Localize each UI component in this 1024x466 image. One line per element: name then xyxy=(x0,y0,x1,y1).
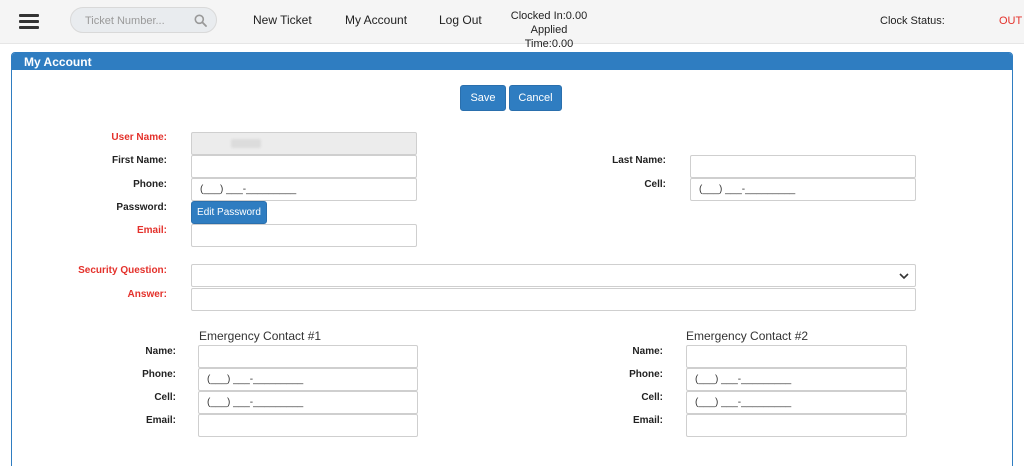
clock-status-label: Clock Status: xyxy=(880,15,945,27)
emergency-contact-2-title: Emergency Contact #2 xyxy=(686,329,809,343)
ec2-phone-field[interactable] xyxy=(686,368,907,391)
panel-header: My Account xyxy=(12,53,1012,70)
ec1-cell-label: Cell: xyxy=(154,392,176,403)
ec2-email-label: Email: xyxy=(632,415,663,426)
cell-field[interactable] xyxy=(690,178,916,201)
ec2-phone-label: Phone: xyxy=(629,369,663,380)
panel-title: My Account xyxy=(24,55,92,69)
ec2-email-field[interactable] xyxy=(686,414,907,437)
cell-label: Cell: xyxy=(644,179,666,190)
ec2-cell-label: Cell: xyxy=(641,392,663,403)
hamburger-menu-icon[interactable] xyxy=(19,14,39,30)
security-question-label: Security Question: xyxy=(78,265,167,276)
applied-time-text: Applied Time:0.00 xyxy=(524,24,574,50)
edit-password-button[interactable]: Edit Password xyxy=(191,201,267,224)
first-name-field[interactable] xyxy=(191,155,417,178)
user-name-label: User Name: xyxy=(111,132,167,143)
search-icon[interactable] xyxy=(194,14,207,27)
cancel-button[interactable]: Cancel xyxy=(509,85,562,111)
emergency-contact-1-title: Emergency Contact #1 xyxy=(199,329,322,343)
answer-field[interactable] xyxy=(191,288,916,311)
nav-my-account-link[interactable]: My Account xyxy=(345,13,407,27)
top-navbar: New Ticket My Account Log Out Clocked In… xyxy=(0,0,1024,50)
clocked-in-text: Clocked In:0.00 xyxy=(510,10,588,22)
ec1-cell-field[interactable] xyxy=(198,391,418,414)
password-label: Password: xyxy=(116,202,167,213)
ec1-name-field[interactable] xyxy=(198,345,418,368)
ec2-cell-field[interactable] xyxy=(686,391,907,414)
nav-new-ticket-link[interactable]: New Ticket xyxy=(253,13,312,27)
ec1-email-label: Email: xyxy=(145,415,176,426)
user-name-redacted-value xyxy=(231,139,261,148)
ec1-email-field[interactable] xyxy=(198,414,418,437)
ec1-phone-label: Phone: xyxy=(142,369,176,380)
first-name-label: First Name: xyxy=(111,155,167,166)
email-label: Email: xyxy=(136,225,167,236)
ec2-name-label: Name: xyxy=(632,346,663,357)
ticket-search xyxy=(70,7,217,33)
email-field[interactable] xyxy=(191,224,417,247)
answer-label: Answer: xyxy=(127,289,167,300)
phone-label: Phone: xyxy=(133,179,167,190)
chevron-down-icon xyxy=(899,273,909,280)
user-name-field[interactable] xyxy=(191,132,417,155)
ec1-phone-field[interactable] xyxy=(198,368,418,391)
last-name-label: Last Name: xyxy=(612,155,666,166)
nav-log-out-link[interactable]: Log Out xyxy=(439,13,482,27)
time-summary: Clocked In:0.00 Applied Time:0.00 xyxy=(505,9,593,51)
phone-field[interactable] xyxy=(191,178,417,201)
security-question-select[interactable] xyxy=(191,264,916,287)
ticket-search-input[interactable] xyxy=(85,12,195,29)
save-button[interactable]: Save xyxy=(460,85,506,111)
ec1-name-label: Name: xyxy=(145,346,176,357)
ec2-name-field[interactable] xyxy=(686,345,907,368)
last-name-field[interactable] xyxy=(690,155,916,178)
clock-status-value: OUT xyxy=(999,15,1023,27)
